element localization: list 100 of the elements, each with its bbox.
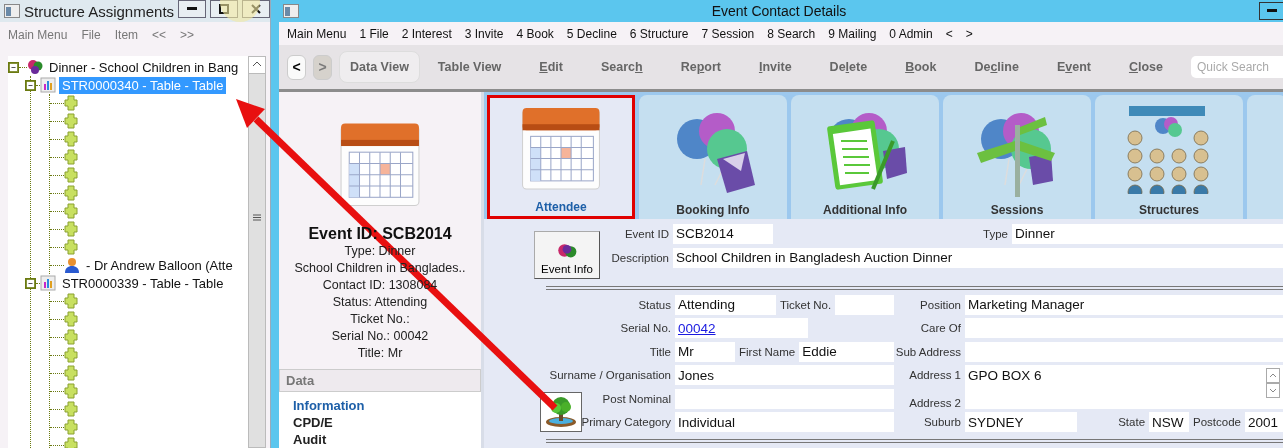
seat-icon[interactable] — [64, 383, 78, 399]
balloons-icon — [27, 59, 43, 75]
menu-item[interactable]: 8 Search — [767, 26, 816, 41]
text-field[interactable]: SYDNEY — [965, 412, 1077, 433]
text-field[interactable]: 2001 — [1245, 412, 1283, 433]
menu-item[interactable]: Item — [114, 28, 139, 42]
category-button[interactable] — [540, 392, 582, 433]
menu-item[interactable]: File — [81, 28, 101, 42]
menu-item[interactable]: 0 Admin — [889, 26, 933, 41]
toolbar-button[interactable]: Edit — [529, 52, 573, 82]
menu-item[interactable]: 2 Interest — [401, 26, 452, 41]
menu-item[interactable]: Main Menu — [8, 28, 68, 42]
text-field[interactable]: Eddie — [799, 341, 894, 362]
menu-item[interactable]: 3 Invite — [464, 26, 504, 41]
seat-icon[interactable] — [64, 95, 78, 111]
field-label: Sub Address — [895, 345, 961, 358]
seat-icon[interactable] — [64, 401, 78, 417]
seat-icon[interactable] — [64, 347, 78, 363]
seat-icon[interactable] — [64, 293, 78, 309]
nav-link[interactable]: CPD/E — [293, 415, 333, 431]
text-field[interactable]: NSW — [1149, 412, 1190, 433]
toolbar-button[interactable]: Search — [590, 52, 653, 82]
seat-icon[interactable] — [64, 113, 78, 129]
menu-item[interactable]: 7 Session — [701, 26, 755, 41]
text-field[interactable]: Mr — [675, 341, 735, 362]
chart-icon — [40, 77, 56, 93]
collapse-toggle[interactable] — [25, 79, 36, 91]
minimize-button[interactable] — [178, 0, 207, 18]
text-field[interactable] — [835, 294, 894, 315]
menu-item[interactable]: < — [945, 26, 953, 41]
text-field[interactable] — [675, 388, 894, 409]
tab[interactable]: Booking Info — [639, 95, 787, 219]
text-field[interactable]: Marketing Manager — [965, 294, 1283, 315]
toolbar-button[interactable]: Table View — [427, 52, 512, 82]
menu-item[interactable]: 5 Decline — [566, 26, 617, 41]
quick-search-field[interactable]: Quick Search — [1191, 56, 1283, 78]
seat-icon[interactable] — [64, 221, 78, 237]
seat-icon[interactable] — [64, 419, 78, 435]
seat-icon[interactable] — [64, 185, 78, 201]
seat-icon[interactable] — [64, 131, 78, 147]
window-title: Event Contact Details — [710, 3, 848, 19]
tab[interactable]: Attendee — [487, 95, 635, 219]
toolbar-button[interactable]: Data View — [339, 51, 420, 83]
summary-line: Status: Attending — [332, 294, 428, 311]
seat-icon[interactable] — [64, 365, 78, 381]
minimize-button[interactable] — [1259, 2, 1283, 20]
seat-icon[interactable] — [64, 329, 78, 345]
toolbar-button[interactable]: Decline — [964, 52, 1029, 82]
summary-line: Serial No.: 00042 — [331, 328, 429, 345]
tab[interactable]: Additional Info — [791, 95, 939, 219]
menu-item[interactable]: 1 File — [359, 26, 389, 41]
menu-item[interactable]: > — [965, 26, 973, 41]
seat-icon[interactable] — [64, 149, 78, 165]
text-field[interactable]: Jones — [675, 365, 894, 386]
text-field[interactable]: Attending — [675, 294, 776, 315]
toolbar-button[interactable]: Close — [1118, 52, 1173, 82]
back-button[interactable]: < — [287, 54, 306, 80]
text-field[interactable]: School Children in Bangladesh Auction Dinner — [673, 247, 1283, 268]
seat-icon[interactable] — [64, 167, 78, 183]
tree-item[interactable]: STR0000339 - Table - Table — [59, 274, 227, 292]
scrollbar[interactable] — [248, 56, 266, 448]
seat-icon[interactable] — [64, 203, 78, 219]
tree-item[interactable]: - Dr Andrew Balloon (Atte — [83, 256, 236, 274]
toolbar-button[interactable]: Delete — [819, 52, 878, 82]
close-button[interactable] — [242, 0, 270, 18]
summary-line: Ticket No.: — [350, 311, 410, 328]
toolbar-button[interactable]: Invite — [748, 52, 802, 82]
collapse-toggle[interactable] — [25, 277, 36, 289]
tab-tile[interactable] — [1247, 95, 1283, 219]
seat-icon[interactable] — [64, 239, 78, 255]
seat-icon[interactable] — [64, 311, 78, 327]
event-info-button[interactable]: Event Info — [534, 230, 600, 279]
collapse-toggle[interactable] — [8, 61, 19, 73]
text-field[interactable]: Dinner — [1012, 223, 1283, 244]
text-field[interactable]: SCB2014 — [673, 223, 773, 244]
nav-link[interactable]: Audit — [293, 432, 327, 448]
menu-item[interactable]: 6 Structure — [629, 26, 689, 41]
text-field[interactable] — [965, 341, 1283, 362]
toolbar-button[interactable]: Event — [1046, 52, 1101, 82]
window-title: Structure Assignments — [24, 2, 175, 20]
menu-item[interactable]: Main Menu — [287, 26, 347, 41]
text-field[interactable]: Individual — [675, 412, 894, 433]
menu-item[interactable]: >> — [180, 28, 195, 42]
tab[interactable]: Structures — [1095, 95, 1243, 219]
tree-item[interactable]: Dinner - School Children in Bang — [46, 58, 242, 76]
address-field[interactable]: GPO BOX 6 — [965, 365, 1283, 409]
tab[interactable]: Sessions — [943, 95, 1091, 219]
maximize-icon — [219, 4, 230, 14]
menu-item[interactable]: << — [152, 28, 167, 42]
toolbar-button[interactable]: Report — [670, 52, 731, 82]
nav-link[interactable]: Information — [293, 398, 365, 414]
toolbar-button[interactable]: Book — [895, 52, 947, 82]
text-field[interactable] — [965, 318, 1283, 339]
menu-item[interactable]: 9 Mailing — [828, 26, 877, 41]
menu-item[interactable]: 4 Book — [516, 26, 554, 41]
calendar-icon — [520, 105, 602, 192]
field-label: Primary Category — [581, 416, 671, 429]
field-label: Serial No. — [620, 322, 671, 335]
window-icon — [4, 4, 20, 18]
maximize-button[interactable] — [210, 0, 239, 18]
